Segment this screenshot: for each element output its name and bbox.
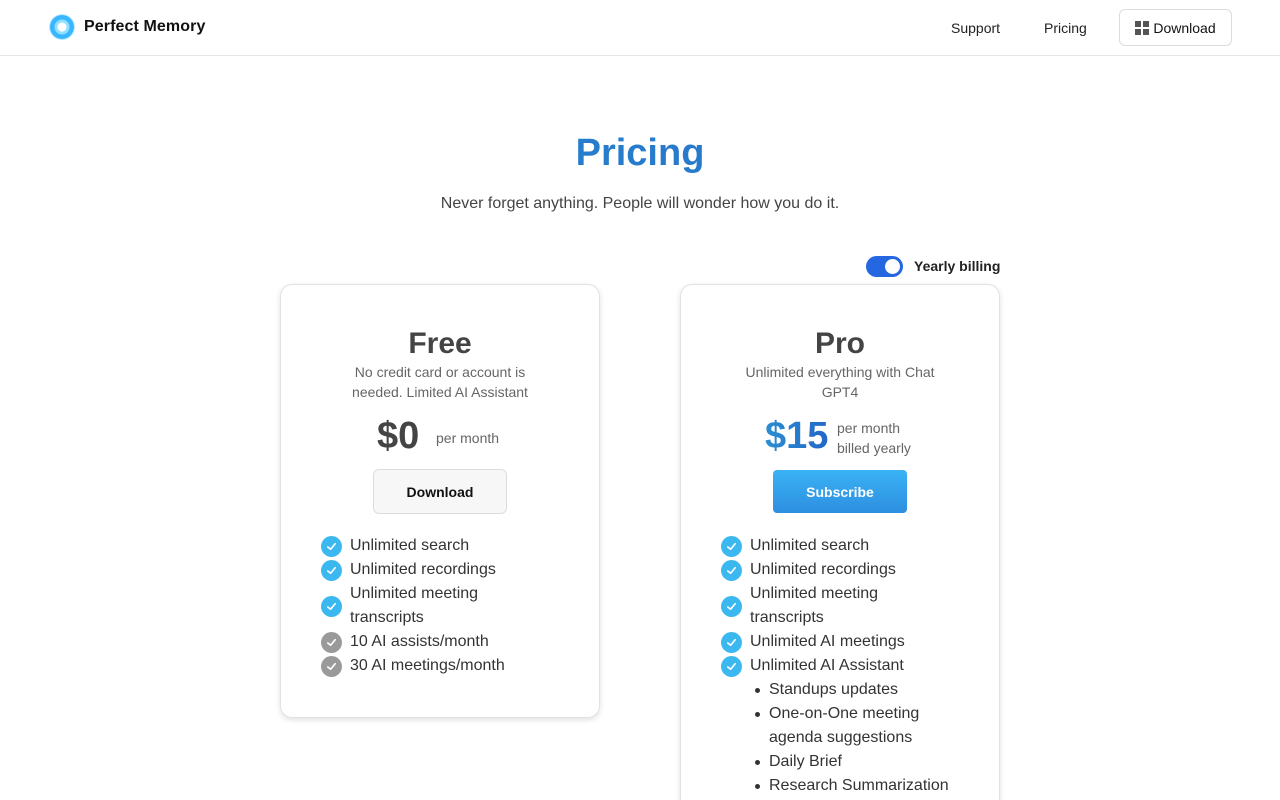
assistant-sublist-wrapper: Standups updates One-on-One meeting agen… — [721, 678, 981, 798]
plan-name: Free — [408, 327, 472, 360]
check-icon — [321, 535, 342, 557]
feature-text: Unlimited meeting transcripts — [350, 585, 479, 626]
check-icon — [321, 595, 342, 617]
plan-description: No credit card or account is needed. Lim… — [352, 364, 528, 400]
feature-list: Unlimited search Unlimited recordings Un… — [321, 534, 581, 678]
assistant-sublist: Standups updates One-on-One meeting agen… — [721, 678, 981, 798]
feature-text: 10 AI assists/month — [350, 633, 489, 650]
plan-price: $15 — [765, 415, 829, 457]
nav-pricing-link[interactable]: Pricing — [1044, 20, 1087, 36]
feature-item: Unlimited recordings — [321, 558, 581, 582]
feature-text: Unlimited recordings — [750, 561, 896, 578]
price-period: per month — [436, 430, 500, 446]
feature-text: 30 AI meetings/month — [350, 657, 505, 674]
check-icon — [321, 559, 342, 581]
feature-item: 10 AI assists/month — [321, 630, 581, 654]
check-icon — [721, 595, 742, 617]
feature-text: Unlimited AI Assistant — [750, 657, 904, 674]
yearly-billing-label: Yearly billing — [914, 258, 1001, 274]
check-icon — [721, 631, 742, 653]
feature-list: Unlimited search Unlimited recordings Un… — [721, 534, 981, 798]
page-subtitle: Never forget anything. People will wonde… — [440, 195, 840, 212]
feature-item: Unlimited meeting transcripts — [721, 582, 981, 630]
feature-item: Unlimited recordings — [721, 558, 981, 582]
free-download-button[interactable]: Download — [373, 469, 507, 514]
feature-text: Unlimited recordings — [350, 561, 496, 578]
plan-description: Unlimited everything with Chat GPT4 — [745, 364, 935, 400]
bullet-item: Standups updates — [755, 678, 981, 702]
bullet-item: One-on-One meeting agenda suggestions — [755, 702, 935, 750]
bullet-item: Research Summarization — [755, 774, 981, 798]
feature-item: Unlimited AI Assistant — [721, 654, 981, 678]
feature-text: Unlimited AI meetings — [750, 633, 905, 650]
pro-plan-card: Pro Unlimited everything with Chat GPT4 … — [680, 284, 1000, 800]
yearly-billing-toggle[interactable] — [866, 256, 903, 277]
logo-icon[interactable] — [50, 15, 74, 39]
feature-text: Unlimited search — [750, 537, 870, 554]
feature-text: Unlimited search — [350, 537, 470, 554]
brand-name[interactable]: Perfect Memory — [84, 18, 205, 36]
check-icon — [321, 631, 342, 653]
nav-download-label: Download — [1153, 19, 1216, 36]
top-navbar: Perfect Memory Support Pricing Download — [0, 0, 1280, 56]
feature-item: Unlimited meeting transcripts — [321, 582, 581, 630]
check-icon — [721, 535, 742, 557]
windows-icon — [1135, 20, 1150, 35]
free-plan-card: Free No credit card or account is needed… — [280, 284, 600, 718]
page-title: Pricing — [0, 132, 1280, 175]
check-icon — [721, 655, 742, 677]
price-period-text: per month — [837, 420, 901, 436]
feature-item: Unlimited search — [321, 534, 581, 558]
check-icon — [321, 655, 342, 677]
plan-name: Pro — [814, 327, 865, 360]
plan-price: $0 — [377, 415, 420, 457]
check-icon — [721, 559, 742, 581]
subscribe-button[interactable]: Subscribe — [773, 470, 907, 513]
feature-item: Unlimited search — [721, 534, 981, 558]
nav-download-button[interactable]: Download — [1119, 9, 1232, 46]
toggle-knob — [885, 259, 900, 274]
feature-item: Unlimited AI meetings — [721, 630, 981, 654]
billing-note: billed yearly — [837, 440, 911, 456]
feature-item: 30 AI meetings/month — [321, 654, 581, 678]
bullet-item: Daily Brief — [755, 750, 981, 774]
price-period: per month billed yearly — [837, 418, 911, 458]
nav-support-link[interactable]: Support — [951, 20, 1000, 36]
feature-text: Unlimited meeting transcripts — [750, 585, 879, 626]
